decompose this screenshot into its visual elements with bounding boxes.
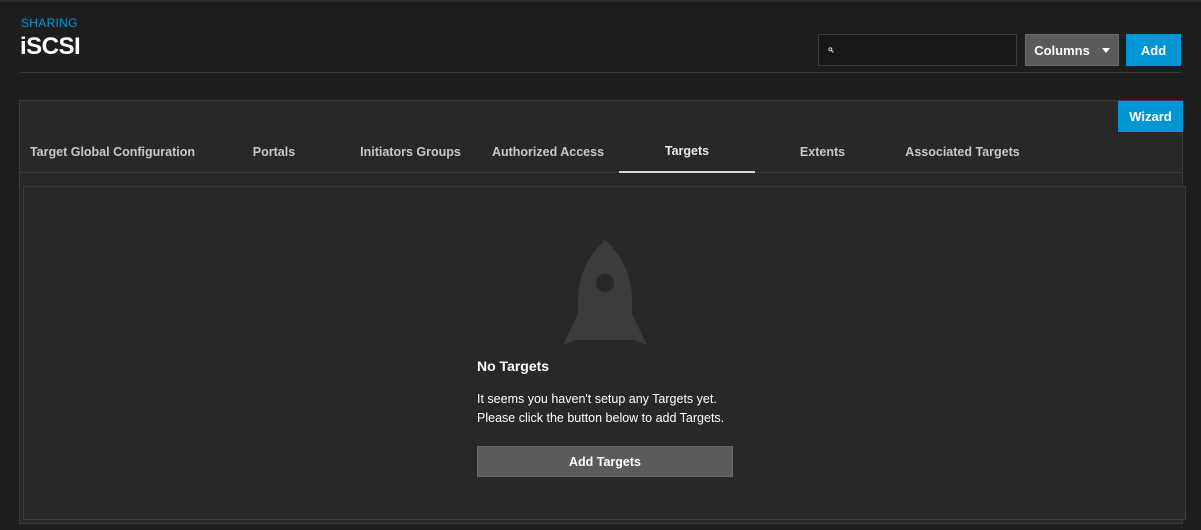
page: SHARING iSCSI Columns Add Wizard Target … — [0, 0, 1201, 530]
tab-initiators-groups[interactable]: Initiators Groups — [343, 130, 478, 173]
rocket-icon — [563, 240, 647, 345]
page-title: iSCSI — [20, 33, 81, 60]
search-box[interactable] — [818, 34, 1017, 66]
tab-bar: Target Global Configuration Portals Init… — [20, 130, 1182, 173]
add-targets-button[interactable]: Add Targets — [477, 446, 733, 477]
header-divider — [20, 72, 1181, 73]
caret-down-icon — [1101, 47, 1110, 53]
empty-state-message-line1: It seems you haven't setup any Targets y… — [477, 392, 717, 406]
tab-targets[interactable]: Targets — [619, 130, 755, 173]
empty-state-title: No Targets — [477, 358, 550, 374]
search-input[interactable] — [834, 35, 1016, 65]
breadcrumb[interactable]: SHARING — [21, 16, 78, 30]
tab-associated-targets[interactable]: Associated Targets — [890, 130, 1035, 173]
columns-button-label: Columns — [1034, 42, 1090, 58]
wizard-button[interactable]: Wizard — [1118, 101, 1183, 132]
add-button[interactable]: Add — [1126, 34, 1181, 66]
columns-button[interactable]: Columns — [1025, 34, 1119, 66]
tab-target-global-configuration[interactable]: Target Global Configuration — [20, 130, 205, 173]
tab-portals[interactable]: Portals — [205, 130, 343, 173]
empty-state-message-line2: Please click the button below to add Tar… — [477, 411, 725, 425]
tab-authorized-access[interactable]: Authorized Access — [478, 130, 618, 173]
tab-extents[interactable]: Extents — [755, 130, 890, 173]
